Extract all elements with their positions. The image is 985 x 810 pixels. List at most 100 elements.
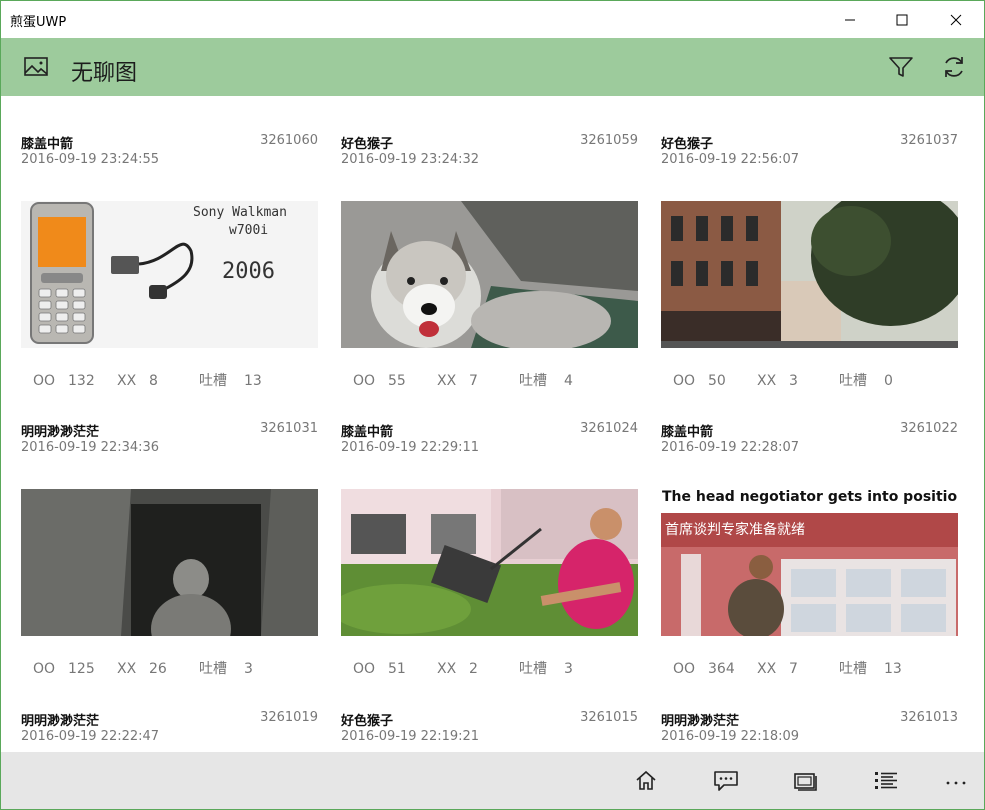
post-image[interactable]: The head negotiator gets into position 首… [661, 489, 958, 636]
close-icon [950, 14, 962, 25]
refresh-button[interactable] [939, 52, 969, 82]
image-caption-cn: 首席谈判专家准备就绪 [665, 522, 805, 538]
image-text: 2006 [222, 259, 275, 284]
post-id: 3261024 [580, 421, 638, 436]
minimize-button[interactable] [827, 1, 873, 38]
post-id: 3261015 [580, 710, 638, 725]
post-author: 好色猴子 [341, 714, 394, 729]
comments-count: 3 [564, 661, 573, 677]
comments-count: 13 [244, 373, 262, 389]
home-icon [636, 770, 656, 790]
filter-icon [889, 57, 913, 77]
post-stats: OO 50 XX 3 吐槽 0 [673, 370, 893, 390]
slideshow-icon [794, 773, 817, 791]
post-id: 3261013 [900, 710, 958, 725]
post-author: 明明渺渺茫茫 [21, 425, 100, 440]
oo-label[interactable]: OO [33, 373, 68, 389]
post-card[interactable]: 膝盖中箭 3261024 2016-09-19 22:29:11 OO 51 X… [341, 421, 638, 677]
post-id: 3261059 [580, 133, 638, 148]
post-image[interactable] [661, 201, 958, 348]
xx-label[interactable]: XX [117, 661, 149, 677]
post-card[interactable]: 明明渺渺茫茫 3261019 2016-09-19 22:22:47 [21, 710, 318, 750]
post-id: 3261037 [900, 133, 958, 148]
post-card[interactable]: 膝盖中箭 3261022 2016-09-19 22:28:07 The hea… [661, 421, 958, 677]
comments-label[interactable]: 吐槽 [519, 370, 564, 390]
post-stats: OO 51 XX 2 吐槽 3 [353, 658, 573, 678]
xx-label[interactable]: XX [437, 661, 469, 677]
post-image[interactable]: Sony Walkman w700i 2006 [21, 201, 318, 348]
oo-label[interactable]: OO [673, 373, 708, 389]
post-author: 膝盖中箭 [341, 425, 394, 440]
post-time: 2016-09-19 22:18:09 [661, 729, 800, 744]
app-window: 煎蛋UWP 无聊图 膝盖中箭 3261060 2016-09-19 23:24:… [0, 0, 985, 810]
post-time: 2016-09-19 22:19:21 [341, 729, 480, 744]
xx-label[interactable]: XX [437, 373, 469, 389]
post-image[interactable] [21, 489, 318, 636]
image-caption-en: The head negotiator gets into position [662, 489, 958, 505]
close-button[interactable] [933, 1, 979, 38]
xx-label[interactable]: XX [757, 373, 789, 389]
post-author: 明明渺渺茫茫 [661, 714, 740, 729]
oo-label[interactable]: OO [673, 661, 708, 677]
more-icon [946, 781, 966, 785]
oo-label[interactable]: OO [33, 661, 68, 677]
filter-button[interactable] [886, 52, 916, 82]
comments-count: 0 [884, 373, 893, 389]
image-text: w700i [229, 223, 269, 238]
image-icon[interactable] [23, 55, 49, 79]
image-text: Sony Walkman [193, 205, 287, 220]
xx-count: 26 [149, 661, 167, 677]
xx-label[interactable]: XX [757, 661, 789, 677]
comments-count: 4 [564, 373, 573, 389]
post-time: 2016-09-19 22:29:11 [341, 440, 480, 455]
post-time: 2016-09-19 22:28:07 [661, 440, 800, 455]
comments-label[interactable]: 吐槽 [519, 658, 564, 678]
page-title: 无聊图 [71, 61, 138, 86]
post-stats: OO 364 XX 7 吐槽 13 [673, 658, 902, 678]
comments-label[interactable]: 吐槽 [199, 370, 244, 390]
page-header: 无聊图 [1, 38, 984, 96]
post-list[interactable]: 膝盖中箭 3261060 2016-09-19 23:24:55 Sony Wa… [1, 96, 984, 752]
comments-count: 3 [244, 661, 253, 677]
post-stats: OO 55 XX 7 吐槽 4 [353, 370, 573, 390]
post-id: 3261022 [900, 421, 958, 436]
post-card[interactable]: 明明渺渺茫茫 3261031 2016-09-19 22:34:36 OO 125… [21, 421, 318, 677]
list-button[interactable] [871, 766, 901, 796]
post-card[interactable]: 膝盖中箭 3261060 2016-09-19 23:24:55 Sony Wa… [21, 133, 318, 389]
post-id: 3261060 [260, 133, 318, 148]
title-bar: 煎蛋UWP [1, 1, 984, 38]
comments-label[interactable]: 吐槽 [199, 658, 244, 678]
post-image[interactable] [341, 489, 638, 636]
xx-label[interactable]: XX [117, 373, 149, 389]
post-card[interactable]: 好色猴子 3261059 2016-09-19 23:24:32 OO 55 X… [341, 133, 638, 389]
oo-count: 55 [388, 373, 406, 389]
post-time: 2016-09-19 22:22:47 [21, 729, 160, 744]
list-icon [875, 772, 897, 789]
post-time: 2016-09-19 23:24:55 [21, 152, 160, 167]
post-time: 2016-09-19 22:34:36 [21, 440, 160, 455]
post-card[interactable]: 好色猴子 3261037 2016-09-19 22:56:07 OO 50 X… [661, 133, 958, 389]
post-card[interactable]: 明明渺渺茫茫 3261013 2016-09-19 22:18:09 [661, 710, 958, 750]
post-time: 2016-09-19 22:56:07 [661, 152, 800, 167]
comment-button[interactable] [711, 766, 741, 796]
xx-count: 8 [149, 373, 158, 389]
refresh-icon [945, 57, 963, 77]
maximize-button[interactable] [879, 1, 925, 38]
xx-count: 7 [469, 373, 478, 389]
oo-label[interactable]: OO [353, 373, 388, 389]
home-button[interactable] [631, 766, 661, 796]
comments-label[interactable]: 吐槽 [839, 658, 884, 678]
oo-label[interactable]: OO [353, 661, 388, 677]
more-button[interactable] [941, 766, 971, 796]
post-image[interactable] [341, 201, 638, 348]
bottom-app-bar [1, 752, 984, 809]
slideshow-button[interactable] [791, 766, 821, 796]
oo-count: 50 [708, 373, 726, 389]
maximize-icon [896, 14, 908, 25]
post-stats: OO 125 XX 26 吐槽 3 [33, 658, 253, 678]
oo-count: 364 [708, 661, 735, 677]
comments-count: 13 [884, 661, 902, 677]
comments-label[interactable]: 吐槽 [839, 370, 884, 390]
app-title: 煎蛋UWP [10, 15, 67, 30]
post-card[interactable]: 好色猴子 3261015 2016-09-19 22:19:21 [341, 710, 638, 750]
